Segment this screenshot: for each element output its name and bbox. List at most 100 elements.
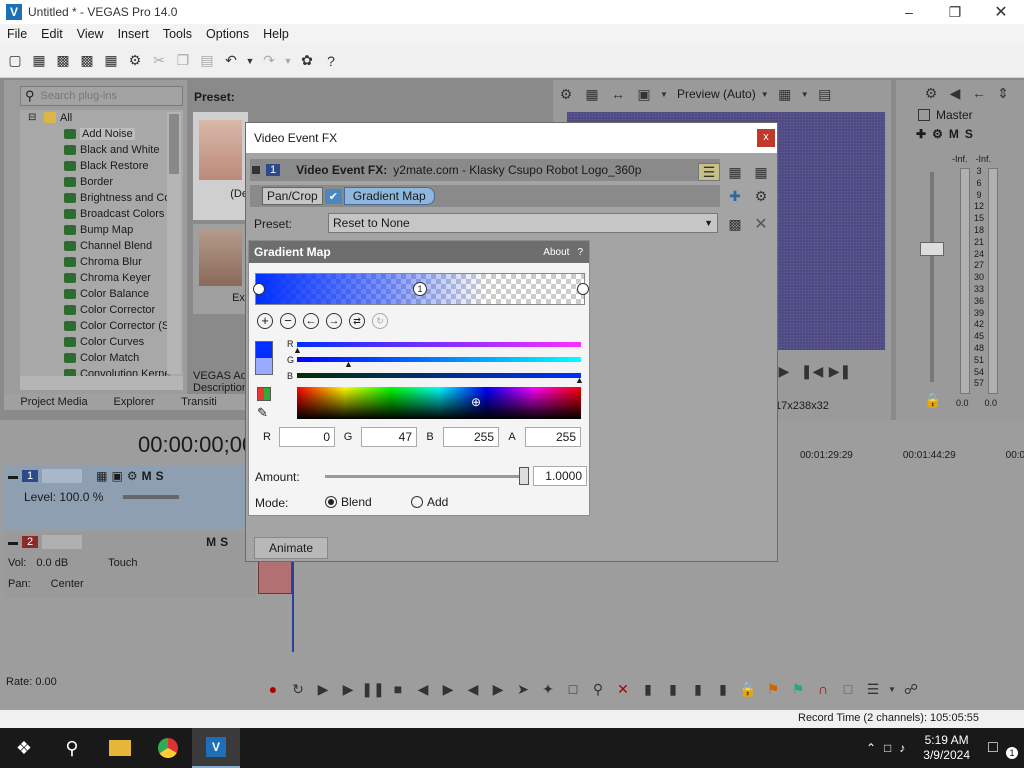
preset-thumb-1[interactable]: (De	[193, 112, 248, 220]
network-icon[interactable]: □	[884, 741, 891, 755]
plugin-tree-hscrollbar[interactable]	[20, 376, 183, 390]
auto-crossfade-icon[interactable]: □	[837, 678, 859, 700]
save-icon[interactable]: ▩	[52, 50, 74, 72]
track1-compositing-icon[interactable]: ▦	[96, 469, 107, 483]
prev-stop-icon[interactable]: ←	[303, 313, 319, 329]
preview-fx-dropdown-icon[interactable]: ▼	[659, 83, 669, 105]
master-mixer-icon[interactable]: ⇕	[992, 82, 1014, 104]
master-mute-button[interactable]: M	[949, 127, 959, 141]
copy-icon[interactable]: ❐	[172, 50, 194, 72]
overlays-grid-icon[interactable]: ▦	[774, 83, 796, 105]
preview-properties-icon[interactable]: ⚙	[555, 83, 577, 105]
volume-icon[interactable]: ♪	[899, 741, 905, 755]
track1-level-slider[interactable]	[123, 495, 180, 499]
marker-icon[interactable]: ⚑	[762, 678, 784, 700]
fx-chain-view-icon[interactable]: ☰	[698, 163, 720, 181]
lock-icon[interactable]: 🔒	[737, 678, 759, 700]
plugin-item[interactable]: Add Noise	[20, 126, 183, 142]
track1-mute-button[interactable]: M	[142, 469, 152, 483]
preview-quality-select[interactable]: Preview (Auto)	[677, 87, 756, 101]
play-from-start-icon[interactable]: ▶	[312, 678, 334, 700]
notifications-icon[interactable]: □ 1	[988, 739, 1024, 759]
tab-explorer[interactable]: Explorer	[104, 396, 164, 408]
track2-name-field[interactable]	[42, 535, 83, 549]
remove-stop-icon[interactable]: −	[280, 313, 296, 329]
clock-time[interactable]: 5:19 AM	[923, 733, 970, 748]
preview-quality-dropdown-icon[interactable]: ▼	[760, 83, 770, 105]
region-icon[interactable]: ⚑	[787, 678, 809, 700]
menu-tools[interactable]: Tools	[156, 27, 199, 41]
chain-gradient-map-check-icon[interactable]: ✔	[324, 188, 342, 204]
master-lock-icon[interactable]: 🔒	[924, 392, 941, 409]
restore-icon[interactable]: ❐	[932, 1, 978, 23]
collapse-icon[interactable]: ⊟	[28, 110, 36, 126]
go-to-start-icon[interactable]: ◀	[412, 678, 434, 700]
b-value-field[interactable]: 255	[443, 427, 499, 447]
plugin-search-field[interactable]: ⚲ Search plug-ins	[20, 86, 183, 106]
plugin-item[interactable]: Color Curves	[20, 334, 183, 350]
go-to-end-icon[interactable]: ▶	[437, 678, 459, 700]
track1-name-field[interactable]	[42, 469, 83, 483]
loop-playback-icon[interactable]: ↻	[287, 678, 309, 700]
gradient-stop-1[interactable]: 1	[413, 282, 427, 296]
zoom-tool-icon[interactable]: ⚲	[587, 678, 609, 700]
delete-preset-icon[interactable]: ✕	[750, 213, 772, 235]
plugin-item[interactable]: Border	[20, 174, 183, 190]
split-screen-icon[interactable]: ↔	[607, 83, 629, 105]
track2-solo-icon[interactable]: S	[220, 535, 228, 549]
mode-add-radio[interactable]: Add	[411, 495, 448, 509]
tab-project-media[interactable]: Project Media	[4, 396, 104, 408]
lock-envelopes-icon[interactable]: ☍	[900, 678, 922, 700]
ripple-dropdown-icon[interactable]: ▼	[887, 678, 897, 700]
master-pan-icon[interactable]: ✚	[916, 127, 926, 141]
track2-minimize-icon[interactable]: ▬	[8, 537, 18, 548]
render-icon[interactable]: ▦	[100, 50, 122, 72]
normal-edit-tool-icon[interactable]: ➤	[512, 678, 534, 700]
trim-icon[interactable]: ▮	[637, 678, 659, 700]
animate-button[interactable]: Animate	[254, 537, 328, 559]
whats-this-help-icon[interactable]: ?	[320, 50, 342, 72]
plugin-item[interactable]: Channel Blend	[20, 238, 183, 254]
channel-slider-r[interactable]	[297, 342, 581, 347]
track1-fx-icon[interactable]: ⚙	[127, 469, 138, 483]
plugin-item[interactable]: Color Match	[20, 350, 183, 366]
about-link[interactable]: About	[543, 247, 569, 258]
track1-minimize-icon[interactable]: ▬	[8, 471, 18, 482]
plugin-item[interactable]: Black and White	[20, 142, 183, 158]
g-value-field[interactable]: 47	[361, 427, 417, 447]
audio-event-clip[interactable]	[258, 560, 292, 594]
save-preset-icon[interactable]: ▩	[724, 213, 746, 235]
master-properties-icon[interactable]: ⚙	[920, 82, 942, 104]
new-project-icon[interactable]: ▢	[4, 50, 26, 72]
chain-gradient-map[interactable]: Gradient Map	[343, 187, 435, 205]
fx-remove-plugin-icon[interactable]: ⚙	[750, 185, 772, 207]
plugin-item[interactable]: Color Corrector	[20, 302, 183, 318]
gradient-stop-right[interactable]	[577, 283, 589, 295]
plugin-tree-scrollbar[interactable]	[167, 112, 181, 374]
chain-pan-crop[interactable]: Pan/Crop	[262, 187, 323, 205]
enable-snapping-icon[interactable]: ✿	[296, 50, 318, 72]
plugin-item[interactable]: Broadcast Colors	[20, 206, 183, 222]
menu-edit[interactable]: Edit	[34, 27, 70, 41]
next-marker-icon[interactable]: ▶❚	[829, 360, 852, 382]
add-radio-icon[interactable]	[411, 496, 423, 508]
overlays-dropdown-icon[interactable]: ▼	[800, 83, 810, 105]
amount-slider-thumb[interactable]	[519, 467, 529, 485]
clock-date[interactable]: 3/9/2024	[923, 748, 970, 763]
preview-fx-icon[interactable]: ▣	[633, 83, 655, 105]
plugin-item[interactable]: Chroma Blur	[20, 254, 183, 270]
r-value-field[interactable]: 0	[279, 427, 335, 447]
prev-marker-icon[interactable]: ❚◀	[801, 360, 824, 382]
envelope-tool-icon[interactable]: ✦	[537, 678, 559, 700]
save-as-icon[interactable]: ▩	[76, 50, 98, 72]
search-taskbar-icon[interactable]: ⚲	[48, 728, 96, 768]
plugin-item[interactable]: Black Restore	[20, 158, 183, 174]
cut-icon[interactable]: ✂	[148, 50, 170, 72]
trim-start-icon[interactable]: ▮	[662, 678, 684, 700]
r-slider-thumb[interactable]: ▲	[293, 345, 302, 355]
distribute-stops-icon[interactable]: ⇄	[349, 313, 365, 329]
tree-root[interactable]: ⊟ All	[20, 110, 183, 126]
fx-list-view-icon[interactable]: ▦	[750, 161, 772, 183]
record-icon[interactable]: ●	[262, 678, 284, 700]
play-icon[interactable]: ▶	[337, 678, 359, 700]
